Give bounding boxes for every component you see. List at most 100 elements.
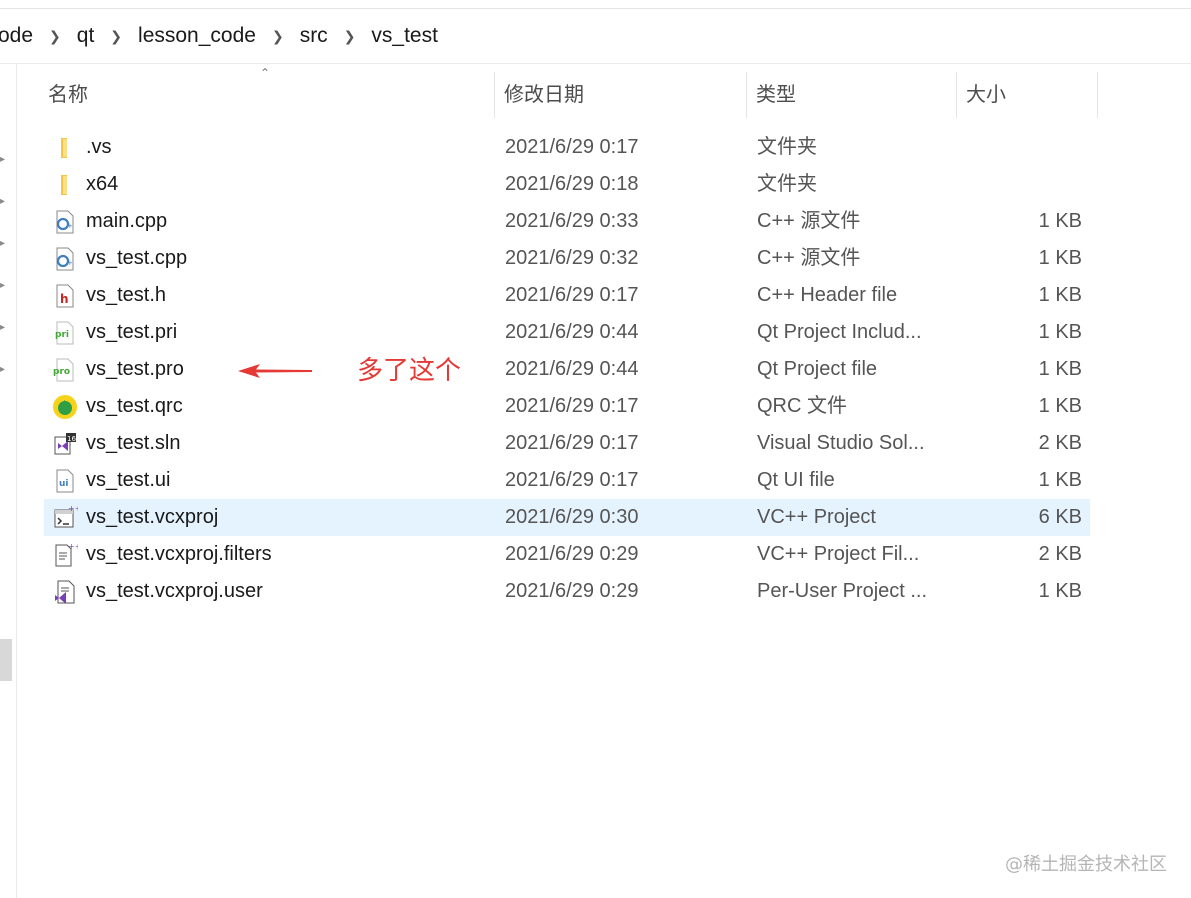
svg-text:++: ++ [68,505,78,513]
file-type: Qt Project Includ... [757,321,922,343]
file-name: vs_test.vcxproj.user [86,580,263,602]
file-row[interactable]: vs_test.qrc 2021/6/29 0:17 QRC 文件 1 KB [44,388,1090,425]
file-type: C++ 源文件 [757,210,861,232]
breadcrumb-item-code[interactable]: ode [0,24,39,48]
file-name: vs_test.vcxproj.filters [86,543,272,565]
column-header-type[interactable]: 类型 [748,72,957,118]
file-size: 2 KB [1038,432,1082,454]
file-list: .vs 2021/6/29 0:17 文件夹 x64 2021/6/29 0:18 文件夹… [44,129,1090,610]
file-date: 2021/6/29 0:30 [505,506,639,528]
file-date: 2021/6/29 0:17 [505,432,639,454]
header-file-icon: h [52,283,78,309]
file-date: 2021/6/29 0:29 [505,580,639,602]
file-date: 2021/6/29 0:17 [505,284,639,306]
expand-arrow-icon[interactable]: ▸ [0,239,8,249]
pro-file-icon: pro [52,357,78,383]
nav-scrollbar-thumb[interactable] [0,639,12,681]
annotation-arrow-icon [238,364,312,378]
file-size: 6 KB [1038,506,1082,528]
file-row[interactable]: pro vs_test.pro 2021/6/29 0:44 Qt Project f… [44,351,1090,388]
file-row[interactable]: .vs 2021/6/29 0:17 文件夹 [44,129,1090,166]
svg-text:h: h [60,292,69,306]
breadcrumb-item-qt[interactable]: qt [71,24,101,48]
file-type: C++ 源文件 [757,247,861,269]
breadcrumb-item-lesson-code[interactable]: lesson_code [132,24,262,48]
ui-file-icon: ui [52,468,78,494]
user-file-icon [52,579,78,605]
file-date: 2021/6/29 0:32 [505,247,639,269]
file-row[interactable]: h vs_test.h 2021/6/29 0:17 C++ Header file 1… [44,277,1090,314]
divider [0,63,1191,64]
column-header-type-label: 类型 [756,84,796,106]
file-name: vs_test.sln [86,432,181,454]
file-size: 1 KB [1038,395,1082,417]
column-header-row: 名称 修改日期 类型 大小 [40,72,1100,118]
folder-icon [52,172,78,198]
column-header-modified-label: 修改日期 [504,84,584,106]
annotation-text: 多了这个 [357,356,462,386]
breadcrumb-item-src[interactable]: src [294,24,334,48]
file-date: 2021/6/29 0:17 [505,469,639,491]
column-header-modified[interactable]: 修改日期 [496,72,747,118]
svg-text:pro: pro [53,367,70,377]
watermark: @稀土掘金技术社区 [1005,854,1167,875]
file-row[interactable]: ++ vs_test.vcxproj 2021/6/29 0:30 VC++ Proj… [44,499,1090,536]
column-header-name[interactable]: 名称 [40,72,495,118]
file-row[interactable]: + main.cpp 2021/6/29 0:33 C++ 源文件 1 KB [44,203,1090,240]
breadcrumb-item-vs-test[interactable]: vs_test [365,24,444,48]
column-header-name-label: 名称 [48,84,88,106]
expand-arrow-icon[interactable]: ▸ [0,281,8,291]
file-size: 1 KB [1038,321,1082,343]
navigation-pane[interactable]: ▸ ▸ ▸ ▸ ▸ ▸ [0,64,17,898]
svg-text:+: + [67,259,73,267]
qrc-file-icon [52,394,78,420]
svg-text:++: ++ [68,542,78,551]
chevron-right-icon[interactable]: ❯ [262,28,294,45]
file-type: Visual Studio Sol... [757,432,925,454]
file-name: vs_test.qrc [86,395,183,417]
chevron-right-icon[interactable]: ❯ [100,28,132,45]
file-date: 2021/6/29 0:44 [505,321,639,343]
file-size: 1 KB [1038,284,1082,306]
file-row[interactable]: ++ vs_test.vcxproj.filters 2021/6/29 0:29 V… [44,536,1090,573]
svg-text:ui: ui [59,479,69,489]
file-name: vs_test.pri [86,321,178,343]
file-date: 2021/6/29 0:29 [505,543,639,565]
svg-text:pri: pri [55,330,69,340]
file-name: main.cpp [86,210,168,232]
file-row[interactable]: 16 vs_test.sln 2021/6/29 0:17 Visual Studio… [44,425,1090,462]
chevron-right-icon[interactable]: ❯ [334,28,366,45]
file-row[interactable]: x64 2021/6/29 0:18 文件夹 [44,166,1090,203]
file-type: VC++ Project [757,506,876,528]
expand-arrow-icon[interactable]: ▸ [0,155,8,165]
file-type: QRC 文件 [757,395,847,417]
column-header-size[interactable]: 大小 [958,72,1098,118]
file-name: vs_test.vcxproj [86,506,219,528]
file-date: 2021/6/29 0:18 [505,173,639,195]
file-type: VC++ Project Fil... [757,543,920,565]
file-size: 1 KB [1038,580,1082,602]
file-type: 文件夹 [757,136,817,158]
file-date: 2021/6/29 0:17 [505,395,639,417]
file-type: Qt Project file [757,358,878,380]
file-row[interactable]: + vs_test.cpp 2021/6/29 0:32 C++ 源文件 1 KB [44,240,1090,277]
file-date: 2021/6/29 0:17 [505,136,639,158]
file-size: 1 KB [1038,469,1082,491]
file-date: 2021/6/29 0:44 [505,358,639,380]
pri-file-icon: pri [52,320,78,346]
file-name: x64 [86,173,119,195]
file-name: .vs [86,136,112,158]
file-date: 2021/6/29 0:33 [505,210,639,232]
expand-arrow-icon[interactable]: ▸ [0,365,8,375]
expand-arrow-icon[interactable]: ▸ [0,323,8,333]
file-type: C++ Header file [757,284,898,306]
breadcrumb: ode ❯ qt ❯ lesson_code ❯ src ❯ vs_test [0,14,444,58]
file-row[interactable]: pri vs_test.pri 2021/6/29 0:44 Qt Project I… [44,314,1090,351]
expand-arrow-icon[interactable]: ▸ [0,197,8,207]
file-row[interactable]: ui vs_test.ui 2021/6/29 0:17 Qt UI file 1 KB [44,462,1090,499]
chevron-right-icon[interactable]: ❯ [39,28,71,45]
file-type: 文件夹 [757,173,817,195]
file-name: vs_test.ui [86,469,171,491]
file-row[interactable]: vs_test.vcxproj.user 2021/6/29 0:29 Per-Us… [44,573,1090,610]
file-name: vs_test.pro [86,358,184,380]
